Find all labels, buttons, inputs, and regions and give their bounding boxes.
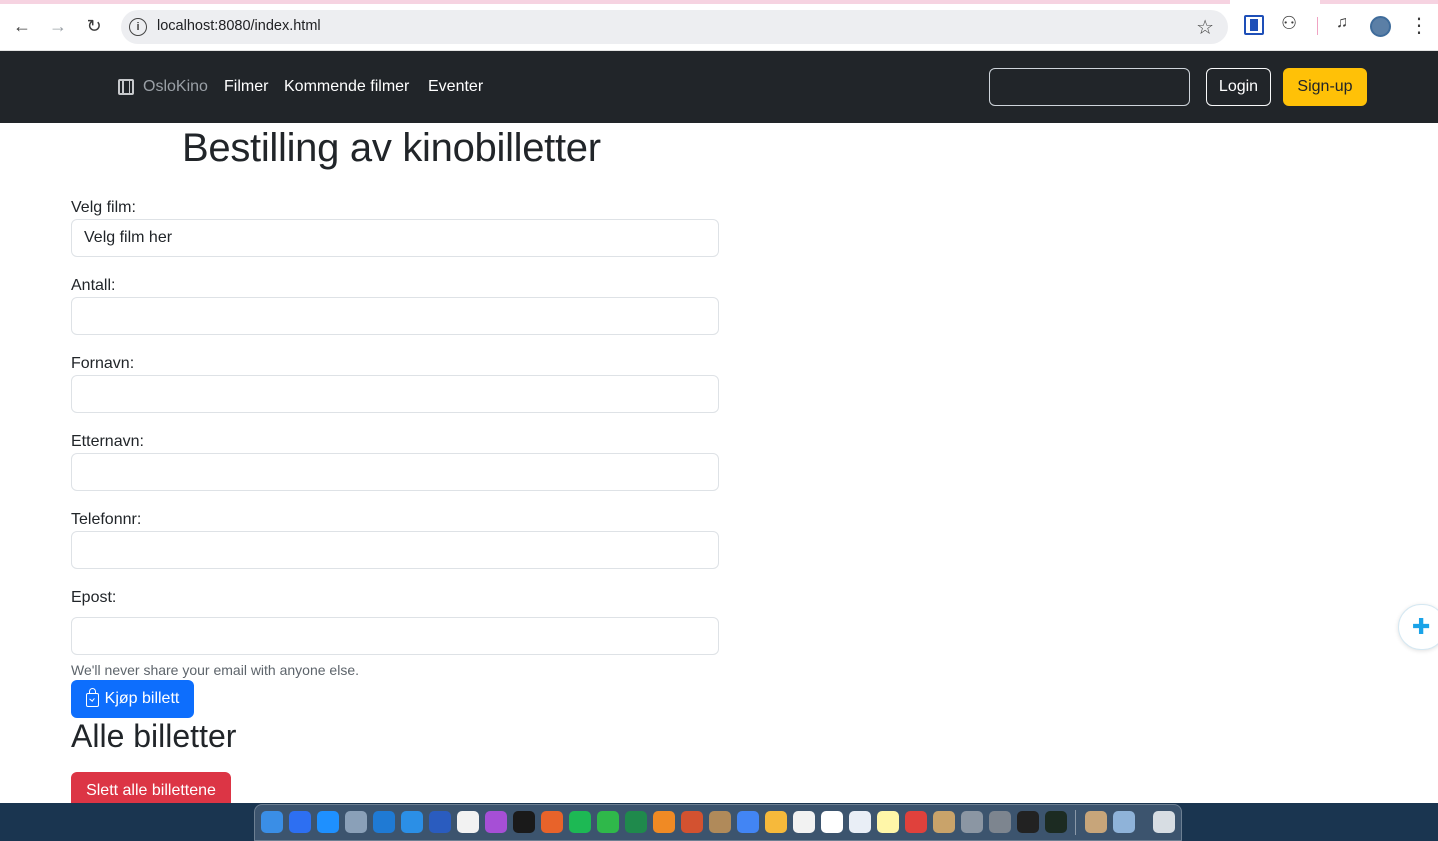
browser-menu-icon[interactable]: ⋮ <box>1409 13 1429 38</box>
antall-label: Antall: <box>71 277 116 294</box>
downloads-folder-icon[interactable] <box>1113 811 1135 833</box>
fornavn-label: Fornavn: <box>71 355 135 372</box>
input-language-icon[interactable] <box>457 811 479 833</box>
brand-link[interactable]: OsloKino <box>118 78 208 96</box>
toolbar-divider <box>1317 17 1318 35</box>
address-bar[interactable]: i localhost:8080/index.html ☆ <box>121 10 1228 44</box>
tickets-heading: Alle billetter <box>71 718 237 754</box>
preview-icon[interactable] <box>345 811 367 833</box>
safari-icon[interactable] <box>401 811 423 833</box>
epost-label: Epost: <box>71 589 117 606</box>
page-title: Bestilling av kinobilletter <box>182 126 601 170</box>
firefox-icon[interactable] <box>541 811 563 833</box>
buy-ticket-label: Kjøp billett <box>104 690 180 707</box>
brand-name: OsloKino <box>143 78 208 95</box>
bag-check-icon <box>85 688 99 707</box>
stickies-icon[interactable] <box>877 811 899 833</box>
helper-widget-icon: ✚ <box>1412 614 1431 639</box>
site-info-icon[interactable]: i <box>129 18 147 36</box>
notes-app-icon[interactable] <box>709 811 731 833</box>
terminal-icon[interactable] <box>1017 811 1039 833</box>
floating-helper-widget[interactable]: ✚ <box>1398 604 1438 650</box>
word-icon[interactable] <box>429 811 451 833</box>
login-button[interactable]: Login <box>1206 68 1271 106</box>
film-select[interactable]: Velg film her <box>71 219 719 257</box>
telefon-label: Telefonnr: <box>71 511 142 528</box>
calendar-icon[interactable] <box>821 811 843 833</box>
facetime-icon[interactable] <box>597 811 619 833</box>
pencil-app-icon[interactable] <box>933 811 955 833</box>
back-arrow-icon[interactable]: ← <box>9 13 35 39</box>
fornavn-input[interactable] <box>71 375 719 413</box>
film-icon <box>118 79 134 95</box>
launchpad-icon[interactable] <box>961 811 983 833</box>
powerpoint-icon[interactable] <box>681 811 703 833</box>
email-help-text: We'll never share your email with anyone… <box>71 662 359 678</box>
spotify-icon[interactable] <box>569 811 591 833</box>
system-settings-icon[interactable] <box>989 811 1011 833</box>
etternavn-label: Etternavn: <box>71 433 144 450</box>
page-viewport: OsloKino Filmer Kommende filmer Eventer … <box>0 51 1438 803</box>
chrome-icon[interactable] <box>737 811 759 833</box>
reminders-icon[interactable] <box>793 811 815 833</box>
activity-monitor-icon[interactable] <box>1045 811 1067 833</box>
antall-input[interactable] <box>71 297 719 335</box>
extensions-puzzle-icon[interactable]: ⚇ <box>1281 13 1301 33</box>
signup-button[interactable]: Sign-up <box>1283 68 1367 106</box>
browser-toolbar: ← → ↻ i localhost:8080/index.html ☆ ⚇ ♫ … <box>0 0 1438 51</box>
books-icon[interactable] <box>653 811 675 833</box>
zoom-icon[interactable] <box>289 811 311 833</box>
buy-ticket-button[interactable]: Kjøp billett <box>71 680 194 718</box>
trash-icon[interactable] <box>1153 811 1175 833</box>
tab-strip-accent <box>0 0 1438 4</box>
app-store-icon[interactable] <box>317 811 339 833</box>
forward-arrow-icon[interactable]: → <box>45 13 71 39</box>
voice-memos-icon[interactable] <box>905 811 927 833</box>
intellij-icon[interactable] <box>513 811 535 833</box>
profile-avatar[interactable] <box>1370 16 1391 37</box>
nav-link-eventer[interactable]: Eventer <box>428 78 483 96</box>
url-text[interactable]: localhost:8080/index.html <box>157 18 321 34</box>
etternavn-input[interactable] <box>71 453 719 491</box>
excel-icon[interactable] <box>625 811 647 833</box>
reload-icon[interactable]: ↻ <box>81 13 107 39</box>
reader-extension-icon[interactable] <box>1244 15 1264 35</box>
podcasts-icon[interactable] <box>485 811 507 833</box>
media-control-icon[interactable]: ♫ <box>1336 14 1356 34</box>
nav-link-filmer[interactable]: Filmer <box>224 78 268 96</box>
delete-all-tickets-button[interactable]: Slett alle billettene <box>71 772 231 803</box>
telefon-input[interactable] <box>71 531 719 569</box>
film-label: Velg film: <box>71 199 136 216</box>
finder-icon[interactable] <box>261 811 283 833</box>
macos-dock <box>254 804 1182 841</box>
site-navbar: OsloKino Filmer Kommende filmer Eventer … <box>0 51 1438 123</box>
nav-link-kommende-filmer[interactable]: Kommende filmer <box>284 78 409 96</box>
dock-divider <box>1075 810 1076 835</box>
archive-icon[interactable] <box>1085 811 1107 833</box>
search-input[interactable] <box>989 68 1190 106</box>
vscode-icon[interactable] <box>373 811 395 833</box>
photos-icon[interactable] <box>765 811 787 833</box>
epost-input[interactable] <box>71 617 719 655</box>
bookmark-star-icon[interactable]: ☆ <box>1196 15 1214 40</box>
freeform-icon[interactable] <box>849 811 871 833</box>
